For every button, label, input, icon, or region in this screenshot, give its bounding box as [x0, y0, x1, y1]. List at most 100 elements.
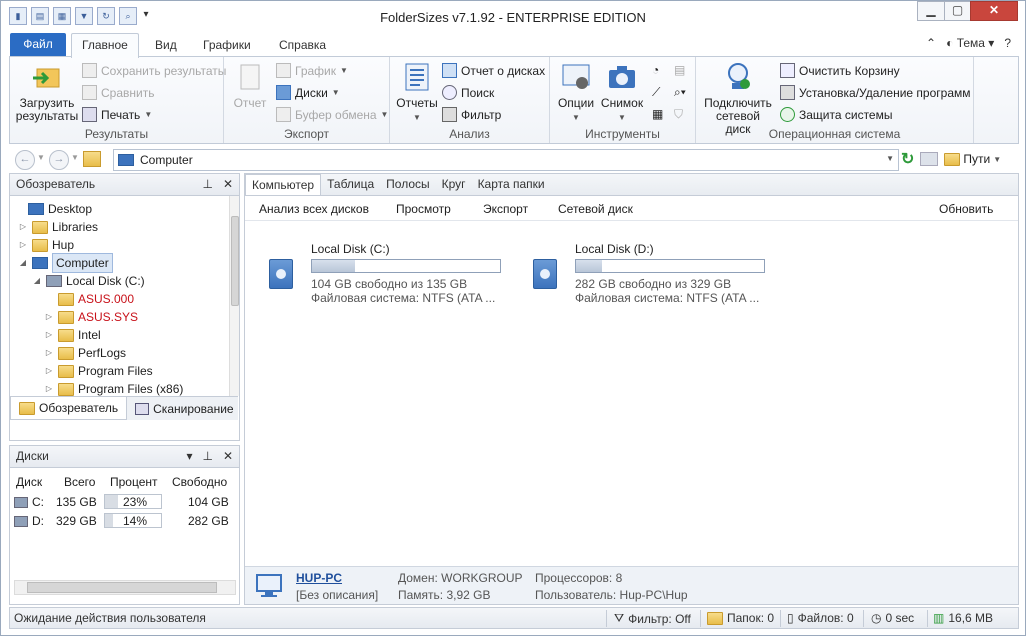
network-drive-button[interactable]: Сетевой диск [558, 202, 633, 216]
explorer-close-icon[interactable]: ✕ [223, 174, 233, 195]
tool-refresh-icon[interactable]: ◔ [652, 63, 659, 77]
tool-chart-icon[interactable]: ⟋ [652, 85, 660, 100]
tab-explorer[interactable]: Обозреватель [10, 397, 128, 420]
install-programs-button[interactable]: Установка/Удаление программ [780, 85, 971, 100]
options-button[interactable]: Опции ▼ [554, 61, 598, 124]
search-button[interactable]: Поиск [442, 85, 494, 100]
map-drive-button[interactable]: Подключить сетевой диск [702, 61, 774, 136]
tree-node[interactable]: ▷ Hup [18, 236, 74, 254]
tree-expander-icon[interactable]: ▷ [44, 362, 54, 380]
disks-menu-icon[interactable]: ▾ [186, 446, 192, 467]
forward-button[interactable]: → [49, 150, 69, 170]
tree-node[interactable]: Desktop [14, 200, 92, 218]
paths-button[interactable]: Пути ▼ [944, 152, 1001, 166]
collapse-ribbon-icon[interactable]: ⌃ [926, 36, 936, 50]
load-results-button[interactable]: Загрузить результаты [14, 61, 80, 123]
refresh-icon[interactable]: ↻ [901, 149, 914, 169]
print-button[interactable]: Печать ▼ [82, 107, 152, 122]
status-filter[interactable]: ⛛ Фильтр: Off [614, 611, 691, 626]
maximize-button[interactable]: ▢ [944, 1, 971, 21]
tab-view[interactable]: Вид [155, 38, 177, 52]
restore-icon [780, 107, 795, 122]
reports-button[interactable]: Отчеты ▼ [394, 61, 440, 124]
tree-node[interactable]: ◢ Local Disk (C:) [32, 272, 145, 290]
tool-find-icon[interactable]: ⌕▾ [674, 85, 686, 100]
view-tab[interactable]: Полосы [380, 174, 435, 195]
tree-expander-icon[interactable]: ◢ [32, 272, 42, 290]
address-input[interactable]: Computer ▼ [113, 149, 899, 171]
filter-button[interactable]: Фильтр [442, 107, 501, 122]
disks-scroll-thumb[interactable] [27, 582, 217, 593]
forward-history-icon[interactable]: ▼ [71, 153, 79, 162]
close-button[interactable]: ✕ [970, 1, 1018, 21]
scan-tab-icon [135, 402, 150, 415]
disks-pin-icon[interactable]: ⊥ [202, 446, 212, 467]
compare-button[interactable]: Сравнить [82, 85, 154, 100]
report-button[interactable]: Отчет [230, 61, 270, 110]
snapshot-button[interactable]: Снимок ▼ [600, 61, 644, 124]
explorer-tabs: Обозреватель Сканирование [10, 396, 238, 420]
save-results-button[interactable]: Сохранить результаты [82, 63, 226, 78]
disks-hscrollbar[interactable] [14, 580, 236, 595]
tree-node[interactable]: ▷ ASUS.SYS [44, 308, 138, 326]
analyze-all-disks-button[interactable]: Анализ всех дисков [259, 202, 369, 216]
col-total[interactable]: Всего [64, 475, 95, 489]
tree-expander-icon[interactable]: ▷ [18, 218, 28, 236]
clipboard-button[interactable]: Буфер обмена ▼ [276, 107, 388, 122]
disk-letter: C: [32, 495, 44, 509]
parent-folder-icon[interactable] [83, 151, 101, 167]
tree-expander-icon[interactable]: ▷ [44, 344, 54, 362]
tool-shield-icon[interactable]: ⛉ [674, 107, 683, 122]
pc-name-link[interactable]: HUP-PC [296, 571, 342, 585]
col-disk[interactable]: Диск [16, 475, 42, 489]
tab-file[interactable]: Файл [10, 33, 66, 56]
tree-node[interactable]: ▷ Intel [44, 326, 101, 344]
disks-export-button[interactable]: Диски ▼ [276, 85, 340, 100]
tree-node[interactable]: ASUS.000 [44, 290, 134, 308]
address-path: Computer [140, 153, 193, 167]
system-protection-button[interactable]: Защита системы [780, 107, 892, 122]
tree-expander-icon[interactable]: ▷ [18, 236, 28, 254]
tree-node[interactable]: ◢ Computer [18, 253, 113, 273]
back-history-icon[interactable]: ▼ [37, 153, 45, 162]
col-percent[interactable]: Процент [110, 475, 158, 489]
tab-help[interactable]: Справка [279, 38, 326, 52]
col-free[interactable]: Свободно [172, 475, 227, 489]
disk-row[interactable]: C: 135 GB 23% 104 GB [10, 492, 238, 512]
address-dropdown-icon[interactable]: ▼ [886, 154, 894, 163]
disk-tile[interactable]: Local Disk (C:) 104 GB свободно из 135 GB… [269, 242, 519, 312]
disk-tile[interactable]: Local Disk (D:) 282 GB свободно из 329 GB… [533, 242, 783, 312]
tool-list-icon[interactable]: ▦ [652, 107, 663, 121]
disks-close-icon[interactable]: ✕ [223, 446, 233, 467]
tab-charts[interactable]: Графики [203, 38, 251, 52]
refresh-button[interactable]: Обновить [939, 202, 993, 216]
tree-node[interactable]: ▷ Libraries [18, 218, 98, 236]
tree-node[interactable]: ▷ PerfLogs [44, 344, 126, 362]
tree-expander-icon[interactable]: ▷ [44, 326, 54, 344]
disk-row[interactable]: D: 329 GB 14% 282 GB [10, 511, 238, 531]
view-tab[interactable]: Компьютер [245, 174, 322, 195]
help-icon[interactable]: ? [1004, 36, 1011, 50]
minimize-button[interactable]: ▁ [917, 1, 945, 21]
view-tab[interactable]: Таблица [321, 174, 380, 195]
tree-expander-icon[interactable]: ▷ [44, 308, 54, 326]
export-button[interactable]: Экспорт [483, 202, 528, 216]
theme-menu[interactable]: ◐ Тема ▾ [946, 36, 994, 50]
tab-scanning[interactable]: Сканирование [127, 397, 241, 420]
view-tab[interactable]: Круг [436, 174, 472, 195]
tree-scroll-thumb[interactable] [231, 216, 239, 306]
empty-bin-button[interactable]: Очистить Корзину [780, 63, 900, 78]
view-tab[interactable]: Карта папки [472, 174, 551, 195]
browse-button[interactable]: Просмотр [396, 202, 451, 216]
chart-export-button[interactable]: График ▼ [276, 63, 348, 78]
tree-scrollbar[interactable] [229, 196, 239, 396]
tool-info-icon[interactable]: ▤ [674, 63, 685, 77]
pin-icon[interactable]: ⊥ [202, 174, 212, 195]
tab-home[interactable]: Главное [71, 33, 139, 58]
disk-report-button[interactable]: Отчет о дисках [442, 63, 545, 78]
console-icon[interactable] [920, 152, 939, 166]
back-button[interactable]: ← [15, 150, 35, 170]
group-analysis: Отчеты ▼ Отчет о дисках Поиск Фильтр Анал… [390, 57, 550, 143]
tree-expander-icon[interactable]: ◢ [18, 254, 28, 272]
tree-node[interactable]: ▷ Program Files [44, 362, 153, 380]
